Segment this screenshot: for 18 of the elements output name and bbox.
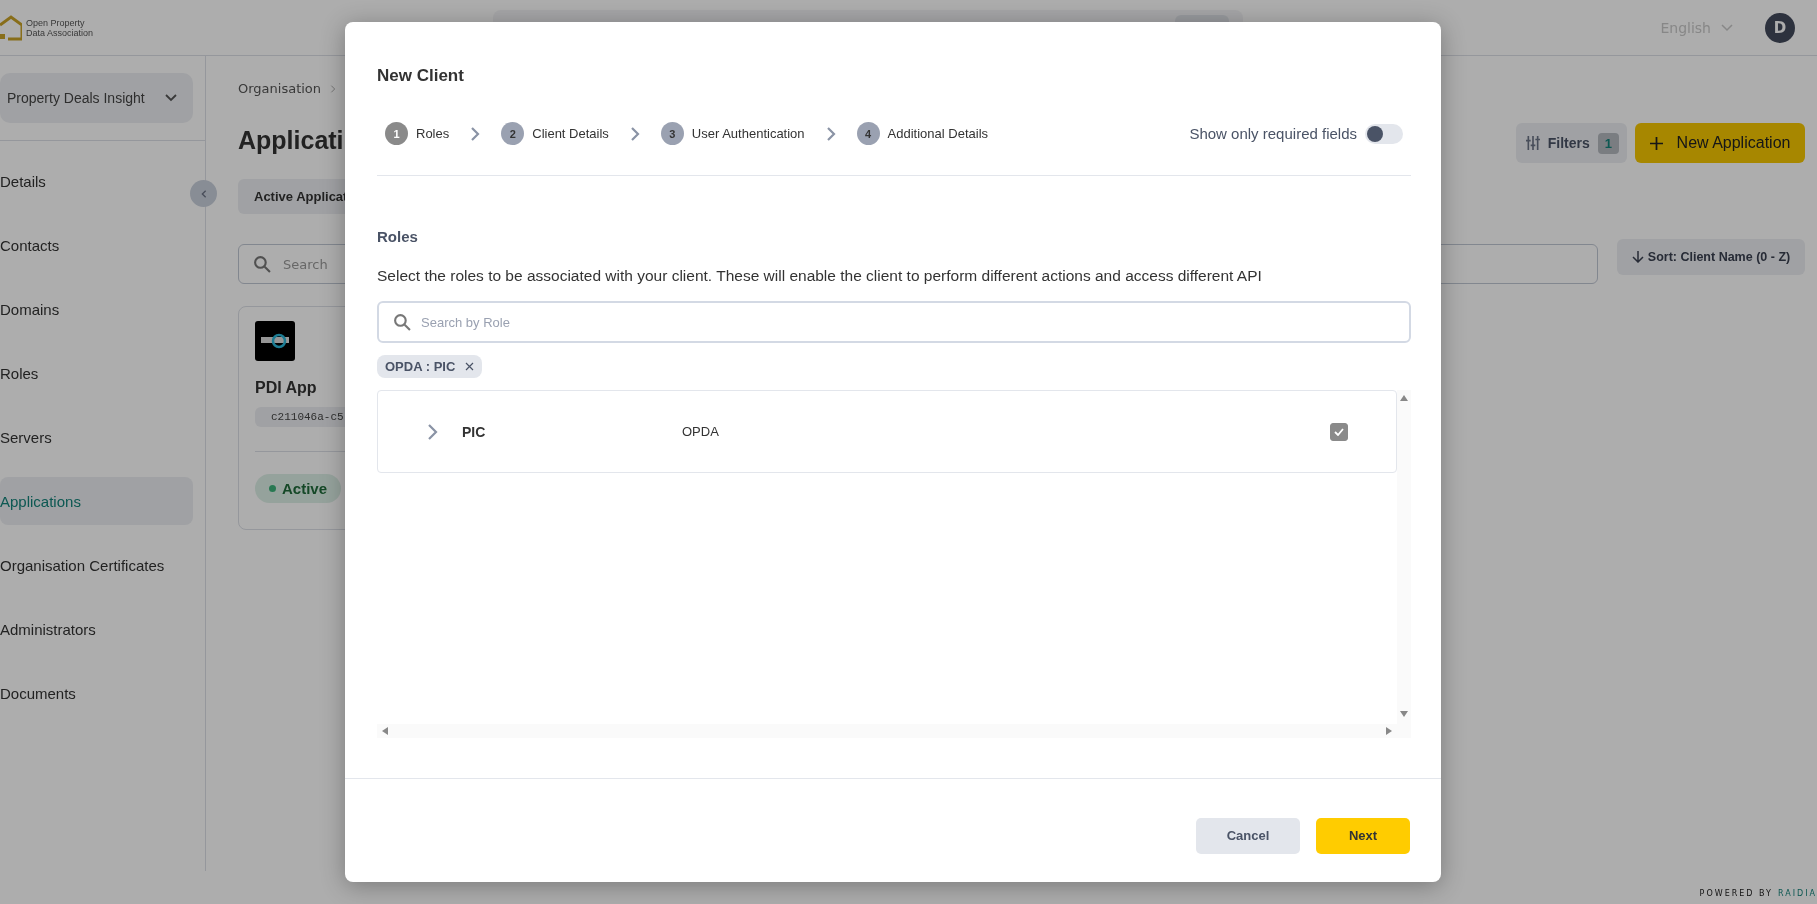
search-placeholder: Search by Role bbox=[421, 314, 510, 330]
powered-by-label: POWERED BY bbox=[1699, 889, 1773, 898]
toggle-label: Show only required fields bbox=[1189, 125, 1357, 142]
role-name: PIC bbox=[462, 423, 487, 440]
search-placeholder: Search bbox=[283, 256, 328, 272]
description-text: Select the roles to be associated with your client. These will enable the client to perform different actions and access different API bbox=[377, 267, 1263, 285]
brand-name: RAIDIA bbox=[1777, 889, 1817, 898]
role-organisation: OPDA bbox=[682, 424, 720, 439]
status-label: Active bbox=[282, 480, 328, 497]
section-heading: Roles bbox=[377, 228, 419, 245]
organisation-name: Property Deals Insight bbox=[7, 90, 145, 106]
filter-count: 1 bbox=[1597, 132, 1619, 154]
page-title: Applicati bbox=[238, 126, 344, 155]
dialog-title: New Client bbox=[377, 66, 465, 86]
logo-text: Data Association bbox=[26, 27, 94, 38]
application-name: PDI App bbox=[255, 379, 318, 397]
chip-label: OPDA : PIC bbox=[385, 359, 456, 374]
logo-text: Open Property bbox=[26, 17, 86, 28]
